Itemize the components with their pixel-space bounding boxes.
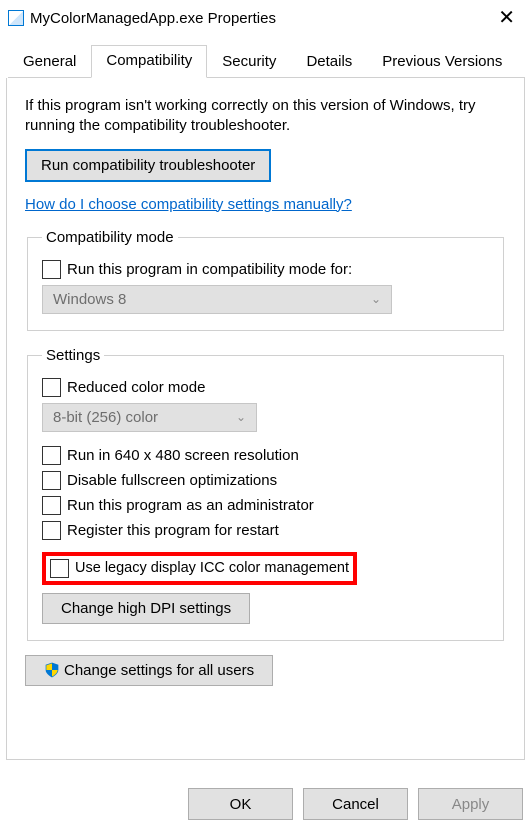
color-depth-selected: 8-bit (256) color: [53, 409, 158, 426]
settings-group: Settings Reduced color mode 8-bit (256) …: [27, 347, 504, 641]
compatibility-mode-group: Compatibility mode Run this program in c…: [27, 229, 504, 331]
cancel-button[interactable]: Cancel: [303, 788, 408, 820]
legacy-icc-label: Use legacy display ICC color management: [75, 560, 349, 576]
chevron-down-icon: ⌄: [236, 410, 246, 424]
tab-compatibility[interactable]: Compatibility: [91, 45, 207, 78]
color-depth-dropdown[interactable]: 8-bit (256) color ⌄: [42, 403, 257, 432]
tab-previous-versions[interactable]: Previous Versions: [367, 46, 517, 78]
tab-strip: General Compatibility Security Details P…: [8, 44, 525, 78]
tab-general[interactable]: General: [8, 46, 91, 78]
help-link[interactable]: How do I choose compatibility settings m…: [25, 196, 506, 213]
compat-mode-label: Run this program in compatibility mode f…: [67, 261, 352, 278]
run-as-admin-label: Run this program as an administrator: [67, 497, 314, 514]
app-icon: [8, 10, 24, 26]
reduced-color-checkbox[interactable]: [42, 378, 61, 397]
settings-legend: Settings: [42, 347, 104, 364]
ok-button[interactable]: OK: [188, 788, 293, 820]
disable-fullscreen-checkbox[interactable]: [42, 471, 61, 490]
all-users-label: Change settings for all users: [64, 662, 254, 679]
chevron-down-icon: ⌄: [371, 292, 381, 306]
disable-fullscreen-label: Disable fullscreen optimizations: [67, 472, 277, 489]
shield-icon: [44, 662, 60, 678]
run-640x480-checkbox[interactable]: [42, 446, 61, 465]
legacy-icc-highlight: Use legacy display ICC color management: [42, 552, 357, 585]
tab-details[interactable]: Details: [291, 46, 367, 78]
register-restart-label: Register this program for restart: [67, 522, 279, 539]
compat-mode-dropdown[interactable]: Windows 8 ⌄: [42, 285, 392, 314]
change-settings-all-users-button[interactable]: Change settings for all users: [25, 655, 273, 686]
window-title: MyColorManagedApp.exe Properties: [30, 10, 276, 27]
compatibility-panel: If this program isn't working correctly …: [6, 78, 525, 760]
dialog-button-row: OK Cancel Apply: [188, 788, 523, 820]
change-high-dpi-button[interactable]: Change high DPI settings: [42, 593, 250, 624]
run-640x480-label: Run in 640 x 480 screen resolution: [67, 447, 299, 464]
legacy-icc-checkbox[interactable]: [50, 559, 69, 578]
reduced-color-label: Reduced color mode: [67, 379, 205, 396]
intro-text: If this program isn't working correctly …: [25, 96, 506, 137]
compat-mode-legend: Compatibility mode: [42, 229, 178, 246]
run-troubleshooter-button[interactable]: Run compatibility troubleshooter: [25, 149, 271, 182]
run-as-admin-checkbox[interactable]: [42, 496, 61, 515]
compat-mode-checkbox[interactable]: [42, 260, 61, 279]
close-icon[interactable]: ✕: [492, 8, 521, 28]
tab-security[interactable]: Security: [207, 46, 291, 78]
compat-mode-selected: Windows 8: [53, 291, 126, 308]
register-restart-checkbox[interactable]: [42, 521, 61, 540]
apply-button[interactable]: Apply: [418, 788, 523, 820]
title-bar: MyColorManagedApp.exe Properties ✕: [0, 0, 531, 34]
